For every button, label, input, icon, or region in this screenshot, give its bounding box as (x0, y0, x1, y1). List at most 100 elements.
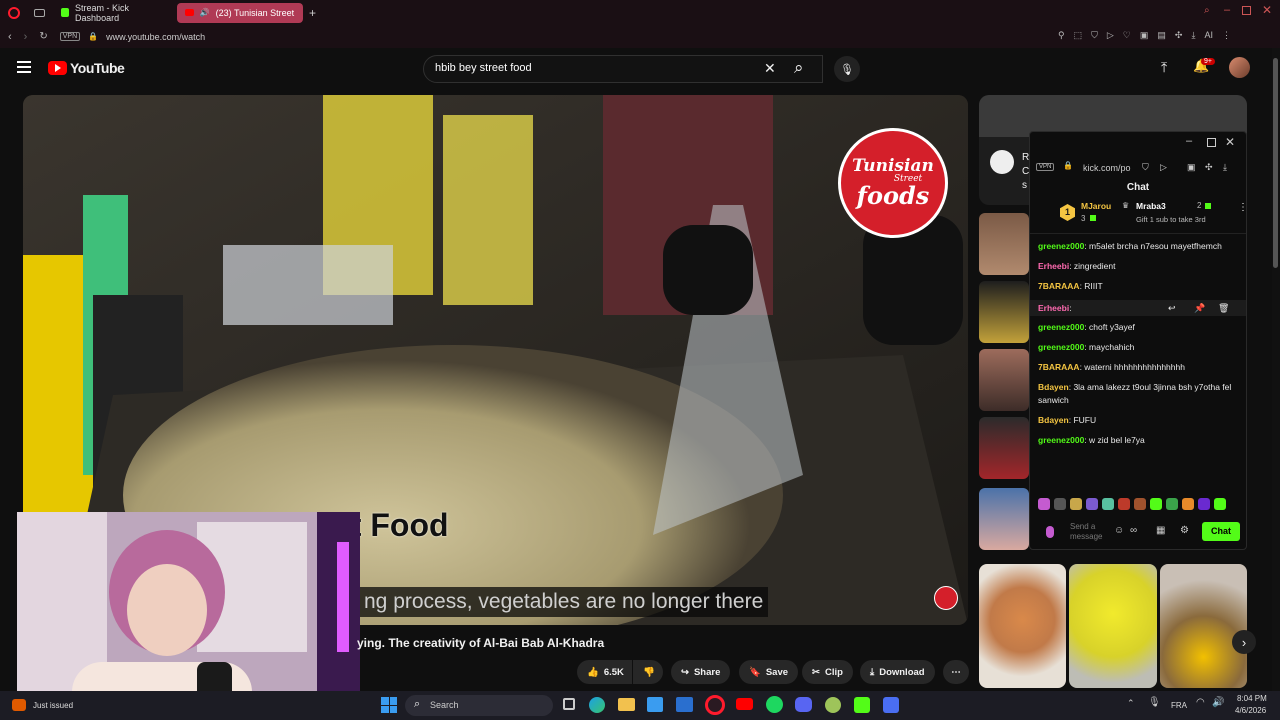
language-indicator[interactable]: FRA (1171, 701, 1187, 710)
channel-avatar[interactable] (990, 150, 1014, 174)
lock-icon[interactable]: 🔒 (88, 32, 98, 41)
emote-icon[interactable] (1102, 498, 1114, 510)
taskbar-status-icon[interactable] (12, 699, 26, 711)
popup-minimize-icon[interactable]: – (1186, 135, 1192, 147)
camera-icon[interactable]: ▣ (1187, 162, 1196, 173)
page-scrollbar[interactable] (1272, 48, 1280, 691)
clip-button[interactable]: ✂ Clip (802, 660, 853, 684)
popup-url[interactable]: kick.com/po (1083, 163, 1131, 173)
tab-youtube[interactable]: 🔊 (23) Tunisian Street Fo (177, 2, 303, 23)
save-button[interactable]: 🔖 Save (739, 660, 799, 684)
opera-logo-icon[interactable] (8, 6, 20, 19)
play-icon[interactable]: ▷ (1160, 162, 1167, 173)
task-view-icon[interactable] (563, 698, 575, 710)
popup-close-icon[interactable]: ✕ (1225, 135, 1235, 149)
emote-icon[interactable] (1134, 498, 1146, 510)
close-window-icon[interactable]: ✕ (1262, 3, 1272, 17)
voice-icon[interactable] (1046, 526, 1054, 538)
create-upload-icon[interactable]: ⤒ (1161, 59, 1167, 76)
recommended-thumb[interactable] (979, 417, 1029, 479)
emote-icon[interactable] (1150, 498, 1162, 510)
dislike-button[interactable]: 👎 (633, 660, 663, 684)
clock-time[interactable]: 8:04 PM (1237, 694, 1267, 703)
gift-box-icon[interactable]: ▦ (1156, 525, 1165, 536)
emote-icon[interactable] (1118, 498, 1130, 510)
search-box[interactable]: hbib bey street food ✕ ⌕ (423, 55, 823, 83)
recommended-thumb[interactable] (979, 281, 1029, 343)
opera-taskbar-icon[interactable] (705, 695, 725, 715)
send-chat-button[interactable]: Chat (1202, 522, 1240, 541)
short-thumb-yellow[interactable] (1069, 564, 1157, 688)
wifi-icon[interactable]: ◠ (1196, 697, 1205, 708)
pin-icon[interactable]: ⚲ (1058, 30, 1065, 41)
menu-icon[interactable]: ⋮ (1222, 30, 1231, 41)
popup-maximize-icon[interactable] (1207, 138, 1216, 147)
pin-message-icon[interactable]: 📌 (1194, 300, 1205, 316)
emote-icon[interactable] (1038, 498, 1050, 510)
download-icon[interactable]: ⤓ (1223, 162, 1227, 173)
download-button[interactable]: ⤓ Download (860, 660, 935, 684)
speaker-icon[interactable]: 🔊 (200, 8, 210, 17)
clock-date[interactable]: 4/6/2026 (1235, 706, 1266, 715)
minimize-icon[interactable]: – (1224, 4, 1230, 16)
extensions-icon[interactable]: ✣ (1175, 30, 1183, 41)
file-explorer-icon[interactable] (618, 698, 635, 711)
tray-chevron-icon[interactable]: ⌃ (1127, 698, 1135, 709)
tab-kick-dashboard[interactable]: Stream - Kick Dashboard (53, 3, 173, 23)
search-input[interactable]: hbib bey street food (435, 62, 532, 74)
recommended-thumb[interactable] (979, 349, 1029, 411)
wallet-icon[interactable]: ▤ (1157, 30, 1166, 41)
emote-icon[interactable] (1166, 498, 1178, 510)
store-icon[interactable] (647, 697, 663, 712)
discord-icon[interactable] (795, 697, 812, 712)
shield-icon[interactable]: ⛉ (1091, 30, 1098, 41)
back-icon[interactable]: ‹ (8, 31, 12, 43)
short-thumb-cat[interactable] (979, 564, 1066, 688)
branding-watermark-icon[interactable] (934, 586, 958, 610)
emote-bar[interactable] (1038, 498, 1238, 512)
leaderboard-menu-icon[interactable]: ⋮ (1238, 202, 1246, 213)
voice-search-icon[interactable]: 🎙 (834, 56, 860, 82)
play-icon[interactable]: ▷ (1107, 30, 1114, 41)
download-icon[interactable]: ⤓ (1191, 30, 1195, 41)
volume-icon[interactable]: 🔊 (1212, 697, 1224, 708)
settings-gear-icon[interactable]: ⚙ (1180, 525, 1189, 536)
restore-icon[interactable] (1242, 6, 1251, 15)
chat-input[interactable]: Send a message (1070, 522, 1108, 542)
kick-taskbar-icon[interactable] (854, 697, 870, 713)
taskbar-search[interactable]: ⌕ Search (405, 695, 553, 716)
clear-search-icon[interactable]: ✕ (764, 60, 776, 77)
share-button[interactable]: ↪ Share (671, 660, 731, 684)
forward-icon[interactable]: › (24, 31, 28, 43)
mail-icon[interactable] (676, 697, 693, 712)
shield-icon[interactable]: ⛉ (1142, 162, 1149, 173)
emote-icon[interactable] (1198, 498, 1210, 510)
emote-icon[interactable] (1182, 498, 1194, 510)
scrollbar-thumb[interactable] (1273, 58, 1278, 268)
spotify-icon[interactable] (766, 696, 783, 713)
emote-icon[interactable] (1054, 498, 1066, 510)
url-field[interactable]: www.youtube.com/watch (106, 32, 205, 42)
vpn-badge[interactable]: VPN (1036, 163, 1055, 171)
xbox-icon[interactable] (825, 697, 841, 713)
recommended-thumb[interactable] (979, 213, 1029, 275)
new-tab-button[interactable]: + (309, 6, 316, 20)
snapshot-icon[interactable]: ⬚ (1074, 30, 1083, 41)
extensions-icon[interactable]: ✣ (1205, 162, 1213, 173)
link-icon[interactable]: ∞ (1130, 525, 1137, 536)
hamburger-menu-icon[interactable] (17, 61, 31, 73)
recommended-thumb[interactable] (979, 488, 1029, 550)
emote-icon[interactable] (1070, 498, 1082, 510)
youtube-logo[interactable]: YouTube (48, 60, 125, 76)
emote-icon[interactable] (1214, 498, 1226, 510)
emote-icon[interactable] (1086, 498, 1098, 510)
more-actions-button[interactable]: ⋯ (943, 660, 969, 684)
reload-icon[interactable]: ↻ (39, 31, 47, 42)
tab-manager-icon[interactable] (34, 8, 45, 17)
chat-message-hovered[interactable]: Erheebi: ↩ 📌 🗑 (1030, 300, 1246, 316)
search-tabs-icon[interactable]: ⌕ (1204, 5, 1210, 16)
short-thumb-cooking[interactable] (1160, 564, 1247, 688)
like-button[interactable]: 👍 6.5K (577, 660, 632, 684)
youtube-taskbar-icon[interactable] (736, 698, 753, 710)
edge-icon[interactable] (589, 697, 605, 713)
